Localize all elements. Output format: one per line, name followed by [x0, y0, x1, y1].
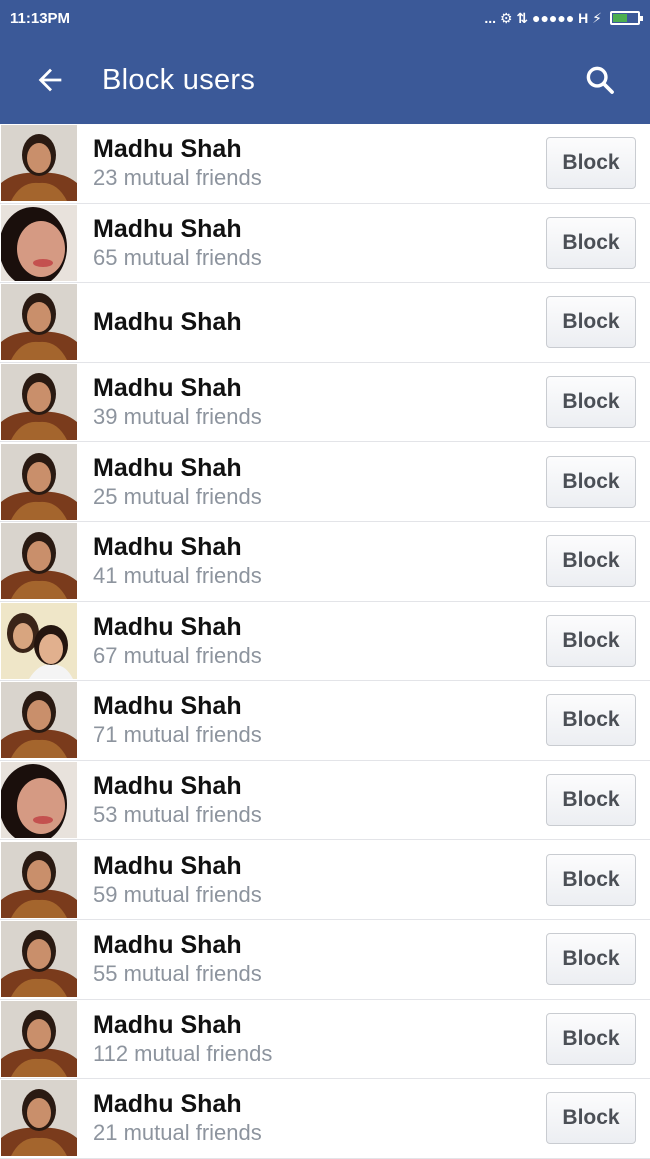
user-row[interactable]: Madhu Shah 21 mutual friends Block — [0, 1079, 650, 1159]
page-title: Block users — [102, 63, 256, 96]
avatar[interactable] — [1, 523, 77, 600]
user-row[interactable]: Madhu Shah 71 mutual friends Block — [0, 681, 650, 761]
status-time: 11:13PM — [10, 9, 71, 27]
user-row[interactable]: Madhu Shah 59 mutual friends Block — [0, 840, 650, 920]
avatar[interactable] — [1, 125, 77, 202]
block-button[interactable]: Block — [546, 694, 636, 747]
status-icons: ... ⚙ ⇅ ●●●●● H ⚡ — [484, 9, 643, 27]
avatar[interactable] — [1, 204, 77, 281]
block-button[interactable]: Block — [546, 376, 636, 429]
user-row[interactable]: Madhu Shah 65 mutual friends Block — [0, 204, 650, 284]
block-button[interactable]: Block — [546, 774, 636, 827]
user-row[interactable]: Madhu Shah 55 mutual friends Block — [0, 920, 650, 1000]
arrow-left-icon — [38, 68, 62, 92]
user-row[interactable]: Madhu Shah 25 mutual friends Block — [0, 442, 650, 522]
search-button[interactable] — [566, 36, 634, 124]
block-button[interactable]: Block — [546, 137, 636, 190]
search-icon — [586, 66, 614, 94]
avatar[interactable] — [1, 682, 77, 759]
block-button[interactable]: Block — [546, 216, 636, 269]
avatar[interactable] — [1, 841, 77, 918]
avatar[interactable] — [1, 762, 77, 839]
status-indicators: ... ⚙ ⇅ ●●●●● H ⚡ — [484, 9, 602, 26]
avatar[interactable] — [1, 1000, 77, 1077]
avatar[interactable] — [1, 921, 77, 998]
avatar[interactable] — [1, 284, 77, 361]
battery-icon — [610, 11, 643, 25]
user-list: Madhu Shah 23 mutual friends Block Madhu Sh… — [0, 124, 650, 1159]
block-button[interactable]: Block — [546, 296, 636, 349]
avatar[interactable] — [1, 602, 77, 679]
block-button[interactable]: Block — [546, 933, 636, 986]
user-row[interactable]: Madhu Shah 112 mutual friends Block — [0, 1000, 650, 1080]
block-button[interactable]: Block — [546, 1092, 636, 1145]
block-button[interactable]: Block — [546, 1012, 636, 1065]
block-button[interactable]: Block — [546, 455, 636, 508]
back-button[interactable] — [0, 36, 100, 124]
status-bar: 11:13PM ... ⚙ ⇅ ●●●●● H ⚡ — [0, 0, 650, 36]
block-button[interactable]: Block — [546, 535, 636, 588]
user-row[interactable]: Madhu Shah 23 mutual friends Block — [0, 124, 650, 204]
user-row[interactable]: Madhu Shah Block — [0, 283, 650, 363]
avatar[interactable] — [1, 443, 77, 520]
avatar[interactable] — [1, 1080, 77, 1157]
user-row[interactable]: Madhu Shah 67 mutual friends Block — [0, 602, 650, 682]
app-bar: Block users — [0, 36, 650, 124]
avatar[interactable] — [1, 364, 77, 441]
user-row[interactable]: Madhu Shah 41 mutual friends Block — [0, 522, 650, 602]
block-button[interactable]: Block — [546, 614, 636, 667]
user-row[interactable]: Madhu Shah 53 mutual friends Block — [0, 761, 650, 841]
block-button[interactable]: Block — [546, 853, 636, 906]
user-row[interactable]: Madhu Shah 39 mutual friends Block — [0, 363, 650, 443]
